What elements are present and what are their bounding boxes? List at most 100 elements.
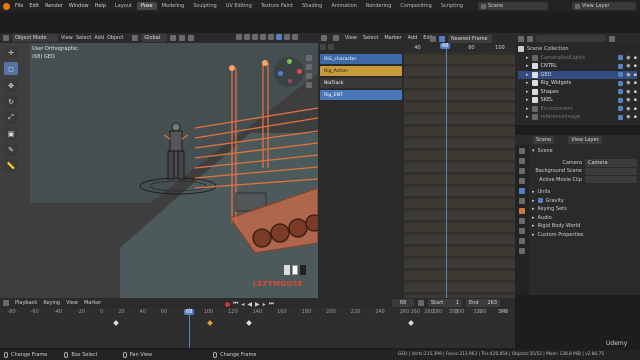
orientation-dropdown[interactable]: Global [141,34,168,42]
play-icon[interactable]: ▶ [255,301,260,308]
nla-menu-select[interactable]: Select [363,35,378,41]
modifier-properties-icon[interactable] [519,218,525,224]
gizmo-axis-neg-icon[interactable] [288,79,292,83]
eye-icon[interactable]: ◉ [626,106,630,112]
particles-properties-icon[interactable] [519,228,525,234]
next-key-icon[interactable]: ▸ [263,301,266,308]
gizmo-axis-z-icon[interactable] [278,71,283,76]
tab-texture-paint[interactable]: Texture Paint [257,2,297,10]
scene-collection-row[interactable]: Scene Collection [518,45,637,54]
start-frame-field[interactable]: Start 1 [428,299,462,307]
measure-tool-icon[interactable]: 📏 [4,159,18,172]
eye-icon[interactable]: ◉ [626,72,630,78]
gizmo-icon[interactable] [244,34,250,40]
tab-layout[interactable]: Layout [111,2,136,10]
timeline-menu-view[interactable]: View [66,300,78,306]
tab-compositing[interactable]: Compositing [396,2,435,10]
nla-playhead[interactable] [446,43,447,298]
checkbox-icon[interactable] [618,63,624,69]
gravity-checkbox[interactable] [537,198,543,204]
outliner-item[interactable]: ▸ GEO ◉ ▪ [518,70,637,79]
timeline-menu-marker[interactable]: Marker [84,300,101,306]
annotate-tool-icon[interactable]: ✎ [4,143,18,156]
audio-panel-header[interactable]: ▸ Audio [532,214,637,223]
camera-icon[interactable]: ▪ [634,114,637,120]
pan-icon[interactable] [306,64,312,70]
object-properties-icon[interactable] [519,208,525,214]
expand-arrow-icon[interactable]: ▸ [526,72,529,78]
outliner-item[interactable]: ▸ CNTRL ◉ ▪ [518,62,637,71]
nla-filter-icon[interactable] [333,35,339,41]
viewport-menu-select[interactable]: Select [76,35,91,41]
timeline-menu-keying[interactable]: Keying [43,300,60,306]
play-reverse-icon[interactable]: ◀ [247,301,252,308]
nla-track-rig-ent[interactable]: Rig_ENT [320,90,402,100]
3d-viewport[interactable]: User Orthographic (68) GEO LEFTMOUSE [0,43,318,298]
expand-arrow-icon[interactable]: ▸ [526,97,529,103]
outliner-item[interactable]: ▸ CameraAndLights ◉ ▪ [518,54,637,63]
blender-logo-icon[interactable] [3,3,10,10]
filter-icon[interactable] [609,35,615,42]
outliner-item[interactable]: ▸ SKEL ◉ ▪ [518,96,637,105]
proportional-edit-icon[interactable] [188,35,195,41]
gizmo-axis-y-icon[interactable] [287,59,292,64]
units-panel-header[interactable]: ▸ Units [532,188,637,197]
view-layer-properties-icon[interactable] [519,178,525,184]
camera-view-icon[interactable] [306,73,312,79]
visibility-icon[interactable] [236,34,242,40]
checkbox-icon[interactable] [618,89,624,95]
constraints-properties-icon[interactable] [519,248,525,254]
tab-shading[interactable]: Shading [298,2,326,10]
gizmo-axis-x-icon[interactable] [297,69,302,74]
preview-range-icon[interactable] [418,300,424,306]
expand-arrow-icon[interactable]: ▸ [526,106,529,112]
outliner-item[interactable]: ▸ Shapes ◉ ▪ [518,88,637,97]
pivot-icon[interactable] [170,35,177,41]
scene-properties-icon[interactable] [519,188,525,194]
eye-icon[interactable]: ◉ [626,89,630,95]
timeline-menu-playback[interactable]: Playback [15,300,37,306]
viewport-menu-object[interactable]: Object [107,35,123,41]
physics-properties-icon[interactable] [519,238,525,244]
nla-menu-view[interactable]: View [345,35,357,41]
xray-icon[interactable] [260,34,266,40]
camera-icon[interactable]: ▪ [634,63,637,69]
camera-icon[interactable]: ▪ [634,106,637,112]
nla-frame-badge[interactable]: 68 [440,43,451,49]
properties-tab-scene[interactable]: Scene [533,136,555,144]
scale-tool-icon[interactable]: ⤢ [4,111,18,124]
tab-uv-editing[interactable]: UV Editing [222,2,256,10]
checkbox-icon[interactable] [618,80,624,86]
nla-track-rig-action[interactable]: Rig_Action [320,66,402,76]
checkbox-icon[interactable] [618,55,624,61]
jump-start-icon[interactable]: ⏮ [233,300,238,308]
move-tool-icon[interactable]: ✥ [4,79,18,92]
outliner-item[interactable]: ▸ Environment ◉ ▪ [518,105,637,114]
keying-sets-panel-header[interactable]: ▸ Keying Sets [532,205,637,214]
camera-icon[interactable]: ▪ [634,55,637,61]
tab-animation[interactable]: Animation [327,2,361,10]
tool-properties-icon[interactable] [519,148,525,154]
gravity-panel-header[interactable]: ▸ Gravity [532,197,637,206]
nla-snap-icon[interactable] [439,36,445,42]
view-layer-selector[interactable]: View Layer [572,2,636,10]
timeline-playhead-label[interactable]: 68 [184,309,195,315]
navigation-gizmo[interactable] [274,57,304,87]
transform-tool-icon[interactable]: ▣ [4,127,18,140]
custom-properties-panel-header[interactable]: ▸ Custom Properties [532,231,637,240]
jump-end-icon[interactable]: ⏭ [269,300,274,308]
snap-icon[interactable] [179,35,186,41]
record-icon[interactable] [225,301,230,307]
tab-modeling[interactable]: Modeling [158,2,189,10]
nla-track-nlatrack[interactable]: NlaTrack [320,78,402,88]
outliner-type-icon[interactable] [518,35,524,42]
render-properties-icon[interactable] [519,158,525,164]
tab-rendering[interactable]: Rendering [362,2,396,10]
mode-dropdown[interactable]: Object Mode [12,34,58,42]
viewport-menu-add[interactable]: Add [94,35,104,41]
eye-icon[interactable]: ◉ [626,97,630,103]
menu-render[interactable]: Render [45,3,63,9]
world-properties-icon[interactable] [519,198,525,204]
background-scene-field[interactable] [585,167,637,175]
eye-icon[interactable]: ◉ [626,114,630,120]
